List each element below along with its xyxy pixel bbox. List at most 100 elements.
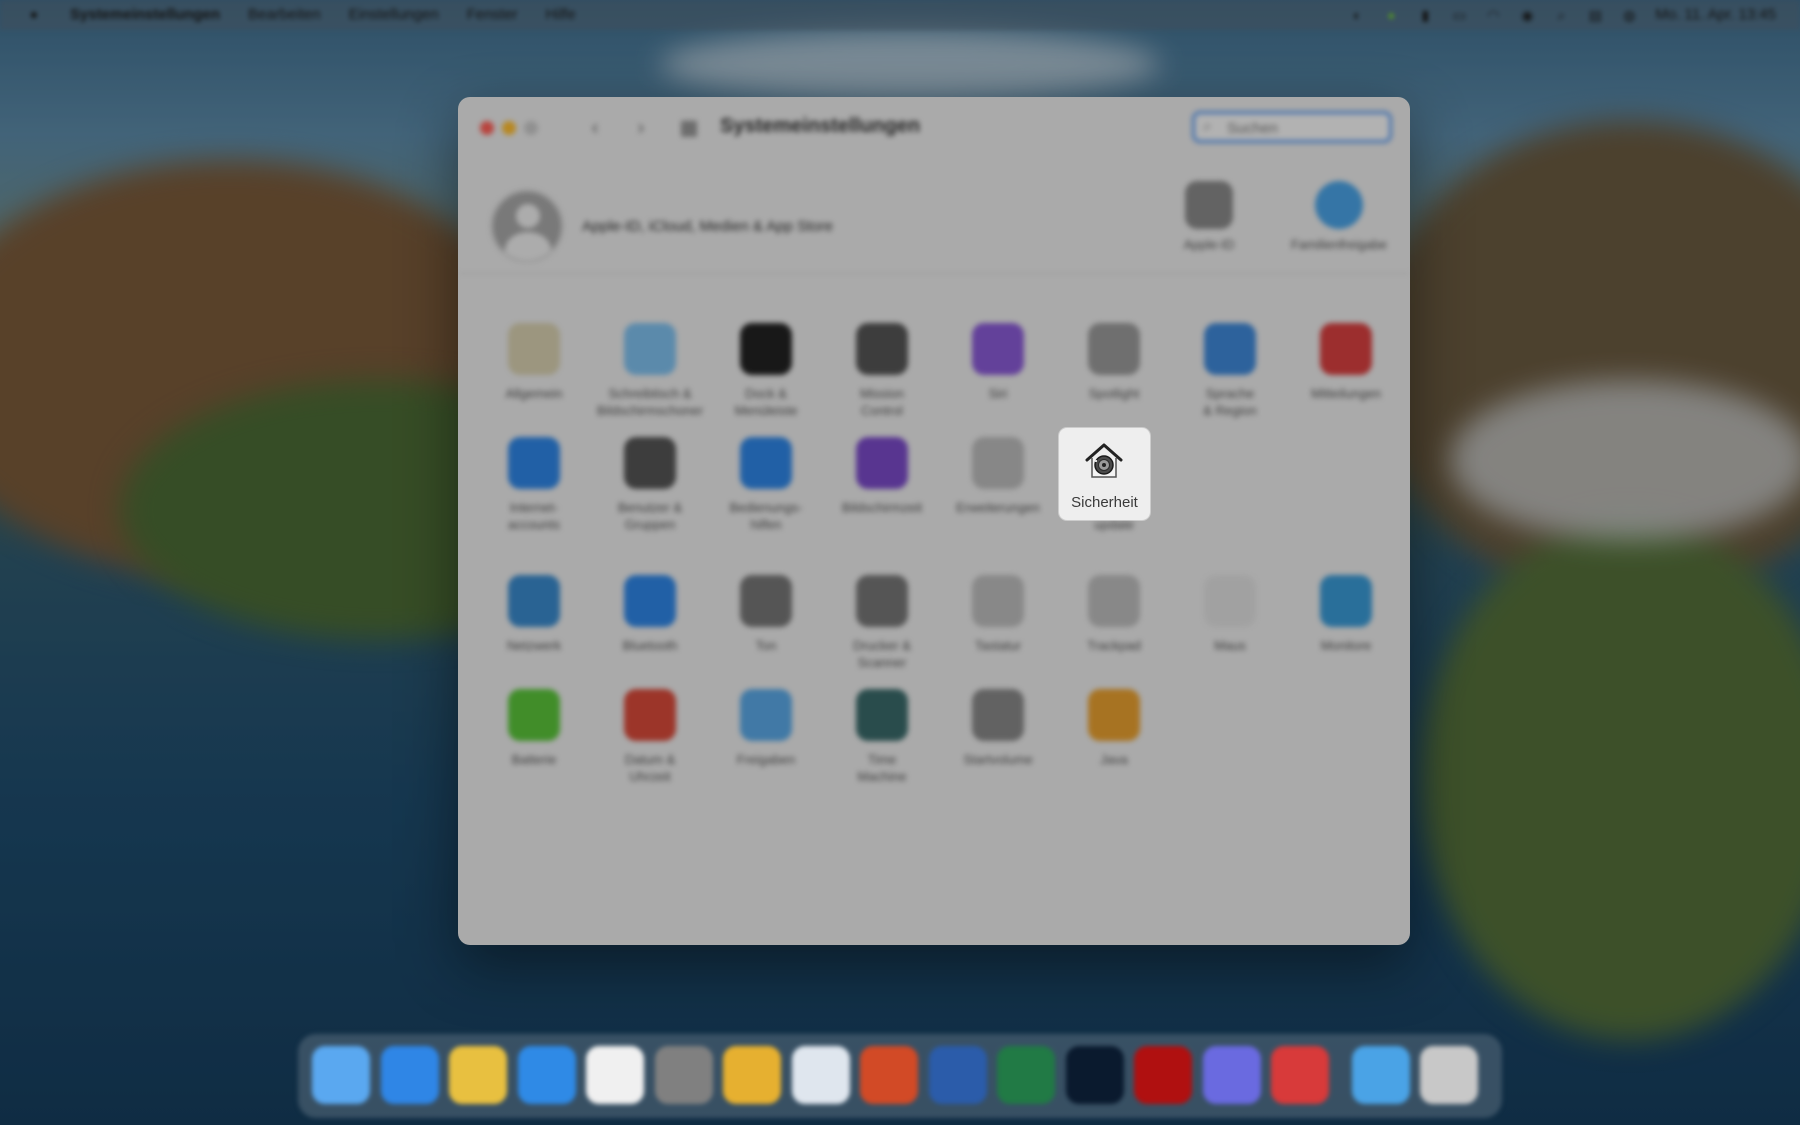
dock-systemeinstellungen-icon[interactable] [654,1046,713,1104]
pref-label: Mission Control [859,386,905,418]
time-machine-icon [856,689,908,741]
pref-language-region[interactable]: Sprache & Region [1171,323,1289,419]
forward-button[interactable]: › [628,115,654,141]
pref-trackpad[interactable]: Trackpad [1055,575,1173,654]
pref-mouse[interactable]: Maus [1171,575,1289,654]
pref-displays[interactable]: Monitore [1287,575,1405,654]
pref-battery[interactable]: Batterie [475,689,593,768]
account-label[interactable]: Apple-ID, iCloud, Medien & App Store [582,218,833,235]
search-field[interactable]: ⌕ [1192,111,1392,143]
pref-spotlight[interactable]: Spotlight [1055,323,1173,402]
window-titlebar: ‹ › ▦ Systemeinstellungen ⌕ [458,97,1410,157]
battery-status-icon[interactable]: ▭ [1451,7,1467,23]
dock-chrome-icon[interactable] [723,1046,781,1104]
pref-label: Schreibtisch & Bildschirmschoner [596,386,704,418]
dock-acrobat-icon[interactable] [1134,1046,1192,1104]
pref-sharing[interactable]: Freigaben [707,689,825,768]
menu-window[interactable]: Fenster [467,6,518,23]
mission-control-icon [856,323,908,375]
pref-network[interactable]: Netzwerk [475,575,593,654]
screen-time-icon [856,437,908,489]
dock-toggle-icon[interactable] [1202,1046,1261,1104]
language-region-icon [1204,323,1256,375]
spotlight-status-icon[interactable]: ⌕ [1553,7,1569,23]
dock-photoshop-icon[interactable] [1065,1046,1124,1104]
zoom-button[interactable] [524,121,538,135]
pref-mission-control[interactable]: Mission Control [823,323,941,419]
pref-label: Datum & Uhrzeit [624,752,676,784]
pref-apple-id[interactable]: Apple-ID [1144,181,1274,252]
pref-security-highlighted[interactable]: Sicherheit [1059,428,1150,520]
pref-dock[interactable]: Dock & Menüleiste [707,323,825,419]
dock-safari-icon[interactable] [517,1046,576,1104]
dock-excel-icon[interactable] [997,1046,1055,1104]
pref-extensions[interactable]: Erweiterungen [939,437,1057,516]
users-groups-icon [624,437,676,489]
pref-accessibility[interactable]: Bedienungs- hilfen [707,437,825,533]
menubar-clock[interactable]: Mo. 11. Apr. 13:45 [1655,6,1776,23]
pref-label: Sprache & Region [1203,386,1257,418]
pref-sound[interactable]: Ton [707,575,825,654]
dock-fotos-icon[interactable] [449,1046,507,1104]
pref-label: Batterie [511,752,557,767]
dock [298,1034,1502,1118]
apple-id-icon [1185,181,1233,229]
dock-powerpoint-icon[interactable] [860,1046,918,1104]
dock-vorschau-icon[interactable] [791,1046,850,1104]
hillside-green-right [1420,520,1800,1040]
status-green-icon[interactable]: ● [1383,7,1399,23]
sound-icon [740,575,792,627]
pref-notifications[interactable]: Mitteilungen [1287,323,1405,402]
dock-word-icon[interactable] [928,1046,987,1104]
pref-date-time[interactable]: Datum & Uhrzeit [591,689,709,785]
dock-papierkorb-icon[interactable] [1420,1046,1478,1104]
pref-label: Drucker & Scanner [853,638,911,670]
control-center-icon[interactable]: ▤ [1587,7,1603,23]
pref-printers[interactable]: Drucker & Scanner [823,575,941,671]
pref-label: Familienfreigabe [1290,237,1388,252]
pref-internet-accounts[interactable]: Internet- accounts [475,437,593,533]
dock-app-store-icon[interactable] [380,1046,439,1104]
pref-keyboard[interactable]: Tastatur [939,575,1057,654]
close-button[interactable] [480,121,494,135]
dock-kalender-icon[interactable] [586,1046,644,1104]
apple-menu-icon[interactable]: ● [26,6,42,22]
pref-label: Time Machine [857,752,907,784]
pref-users-groups[interactable]: Benutzer & Gruppen [591,437,709,533]
account-row: Apple-ID, iCloud, Medien & App Store App… [458,163,1410,274]
evernote-status-icon[interactable]: ▮ [1417,7,1433,23]
pref-screen-time[interactable]: Bildschirmzeit [823,437,941,516]
pref-label: Monitore [1320,638,1372,653]
house-lock-icon [1085,443,1123,478]
menu-edit[interactable]: Bearbeiten [248,6,321,23]
user-status-icon[interactable]: ◉ [1519,7,1535,23]
pref-startup-disk[interactable]: Startvolume [939,689,1057,768]
pref-general[interactable]: Allgemein [475,323,593,402]
search-input[interactable] [1225,117,1379,139]
dock-finder-icon[interactable] [312,1046,370,1104]
dock-aktivit-t-icon[interactable] [1271,1046,1329,1104]
minimize-button[interactable] [502,121,516,135]
menu-app-name[interactable]: Systemeinstellungen [70,6,220,23]
sharing-icon [740,689,792,741]
family-sharing-icon [1315,181,1363,229]
pref-desktop[interactable]: Schreibtisch & Bildschirmschoner [591,323,709,419]
pref-java[interactable]: Java [1055,689,1173,768]
pref-bluetooth[interactable]: Bluetooth [591,575,709,654]
menu-settings[interactable]: Einstellungen [349,6,439,23]
pref-time-machine[interactable]: Time Machine [823,689,941,785]
window-title: Systemeinstellungen [720,115,921,137]
menu-help[interactable]: Hilfe [546,6,576,23]
status-app-icon[interactable]: ◐ [1349,7,1365,23]
wifi-status-icon[interactable]: ◠ [1485,7,1501,23]
show-all-grid-icon[interactable]: ▦ [676,115,702,141]
back-button[interactable]: ‹ [582,115,608,141]
pref-label: Trackpad [1087,638,1141,653]
network-icon [508,575,560,627]
spotlight-icon [1088,323,1140,375]
dock-downloads-icon[interactable] [1351,1046,1410,1104]
siri-status-icon[interactable]: ◍ [1621,7,1637,23]
pref-siri[interactable]: Siri [939,323,1057,402]
avatar[interactable] [490,189,564,263]
pref-family-sharing[interactable]: Familienfreigabe [1274,181,1404,252]
